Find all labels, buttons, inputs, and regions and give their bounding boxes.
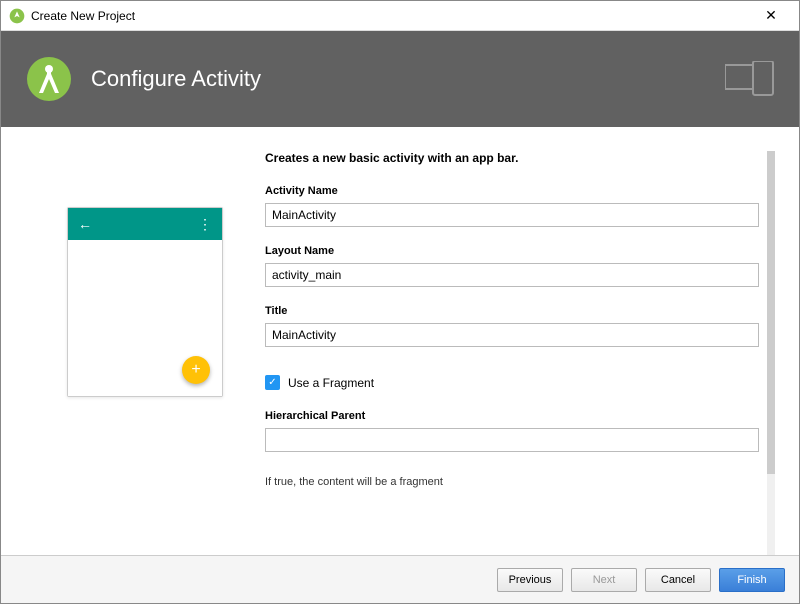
scrollbar[interactable] — [767, 151, 775, 555]
layout-name-label: Layout Name — [265, 245, 759, 257]
titlebar: Create New Project ✕ — [1, 1, 799, 31]
window-title: Create New Project — [31, 9, 751, 23]
device-icon — [725, 61, 775, 97]
cancel-button[interactable]: Cancel — [645, 568, 711, 592]
finish-button[interactable]: Finish — [719, 568, 785, 592]
preview-column: ← ⋮ + — [25, 151, 265, 555]
layout-name-input[interactable] — [265, 263, 759, 287]
use-fragment-label: Use a Fragment — [288, 376, 374, 390]
hint-text: If true, the content will be a fragment — [265, 476, 759, 488]
activity-name-label: Activity Name — [265, 185, 759, 197]
app-icon — [9, 8, 25, 24]
use-fragment-row[interactable]: ✓ Use a Fragment — [265, 375, 759, 390]
title-label: Title — [265, 305, 759, 317]
activity-name-input[interactable] — [265, 203, 759, 227]
previous-button[interactable]: Previous — [497, 568, 563, 592]
hierarchical-parent-input[interactable] — [265, 428, 759, 452]
scrollbar-thumb[interactable] — [767, 151, 775, 474]
content-area: ← ⋮ + Creates a new basic activity with … — [1, 127, 799, 555]
preview-appbar: ← ⋮ — [68, 208, 222, 240]
hierarchical-parent-label: Hierarchical Parent — [265, 410, 759, 422]
next-button[interactable]: Next — [571, 568, 637, 592]
preview-body: + — [68, 240, 222, 396]
menu-dots-icon: ⋮ — [198, 216, 212, 233]
title-input[interactable] — [265, 323, 759, 347]
fab-icon: + — [182, 356, 210, 384]
android-studio-icon — [25, 55, 73, 103]
form-description: Creates a new basic activity with an app… — [265, 151, 759, 165]
phone-preview: ← ⋮ + — [67, 207, 223, 397]
back-arrow-icon: ← — [78, 216, 92, 232]
wizard-header: Configure Activity — [1, 31, 799, 127]
footer: Previous Next Cancel Finish — [1, 555, 799, 603]
form-column: Creates a new basic activity with an app… — [265, 151, 775, 555]
page-title: Configure Activity — [91, 66, 261, 92]
use-fragment-checkbox[interactable]: ✓ — [265, 375, 280, 390]
close-button[interactable]: ✕ — [751, 2, 791, 30]
